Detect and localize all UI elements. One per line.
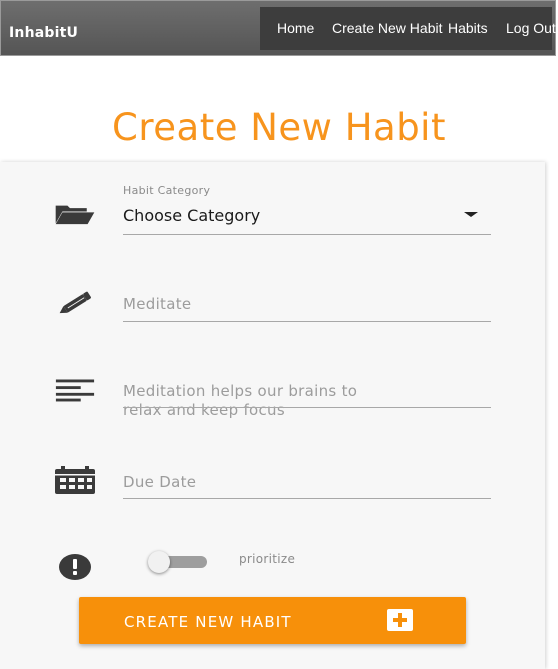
nav-link-log-out[interactable]: Log Out xyxy=(506,20,556,36)
name-underline xyxy=(123,321,491,322)
prioritize-toggle-thumb[interactable] xyxy=(148,551,170,573)
notes-lines-icon xyxy=(54,375,96,405)
dropdown-caret-icon[interactable] xyxy=(464,212,478,217)
exclamation-circle-icon xyxy=(54,551,96,581)
description-placeholder-line-1: Meditation helps our brains to xyxy=(123,382,358,400)
prioritize-label: prioritize xyxy=(239,552,296,566)
pencil-icon xyxy=(54,288,96,318)
habit-category-label: Habit Category xyxy=(123,184,211,197)
nav-link-home[interactable]: Home xyxy=(277,20,314,36)
due-date-input[interactable]: Due Date xyxy=(123,473,196,492)
description-placeholder-line-2: relax and keep focus xyxy=(123,401,285,419)
habit-name-input[interactable]: Meditate xyxy=(123,295,191,314)
due-date-underline xyxy=(123,498,491,499)
page-title: Create New Habit xyxy=(112,106,446,149)
create-new-habit-button-label: CREATE NEW HABIT xyxy=(124,613,292,631)
create-new-habit-button[interactable]: CREATE NEW HABIT xyxy=(79,597,466,644)
nav-link-create-new-habit[interactable]: Create New Habit xyxy=(332,20,443,36)
folder-open-icon xyxy=(54,199,96,229)
habit-category-select[interactable]: Choose Category xyxy=(123,206,260,225)
category-underline xyxy=(123,234,491,235)
description-underline xyxy=(123,407,491,408)
plus-box-icon xyxy=(387,609,413,631)
nav-link-habits[interactable]: Habits xyxy=(448,20,488,36)
nav-menu: Home Create New Habit Habits Log Out xyxy=(260,7,556,50)
navbar: InhabitU Home Create New Habit Habits Lo… xyxy=(0,0,556,56)
calendar-icon xyxy=(54,465,96,495)
habit-description-input[interactable]: Meditation helps our brains to relax and… xyxy=(123,382,357,420)
brand-logo[interactable]: InhabitU xyxy=(9,25,78,41)
